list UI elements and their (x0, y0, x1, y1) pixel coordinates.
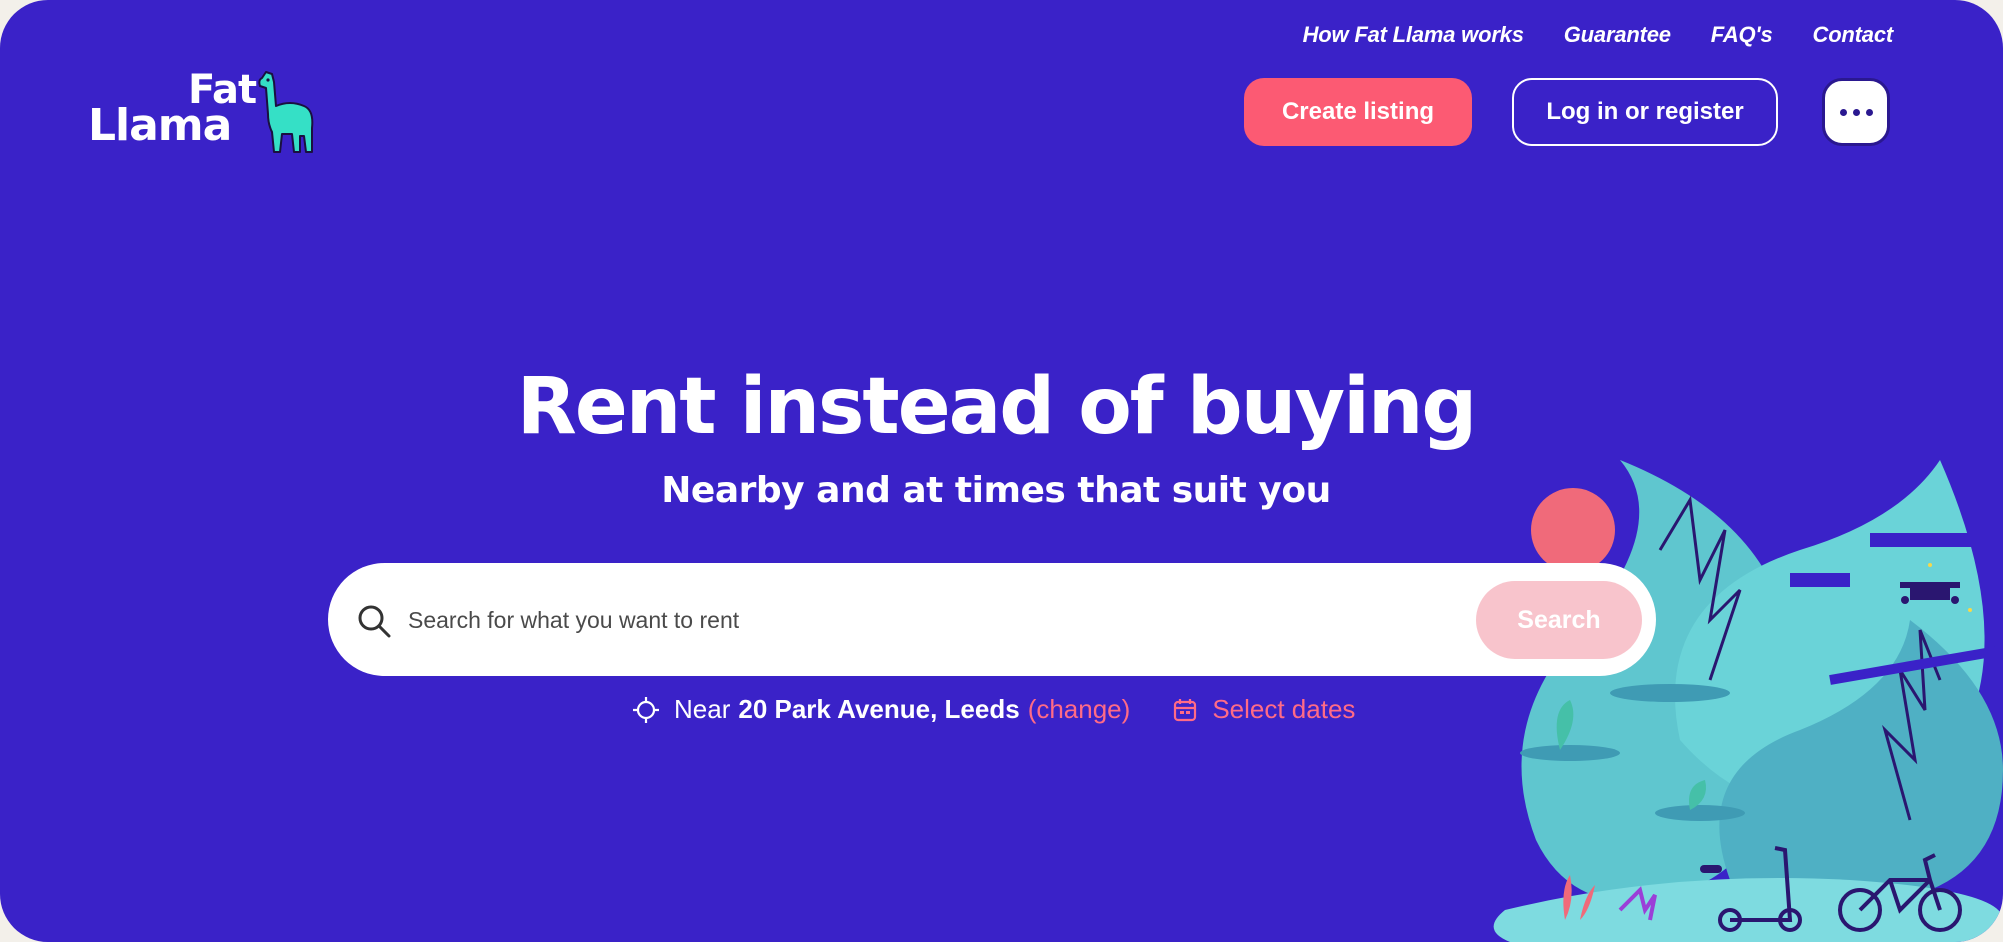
nav-link-contact[interactable]: Contact (1813, 22, 1894, 48)
nav-link-how-it-works[interactable]: How Fat Llama works (1303, 22, 1524, 48)
location-address: 20 Park Avenue, Leeds (738, 694, 1020, 724)
crosshair-icon (633, 696, 659, 723)
top-nav: How Fat Llama works Guarantee FAQ's Cont… (1303, 22, 1894, 48)
login-register-button[interactable]: Log in or register (1512, 78, 1778, 146)
calendar-icon (1174, 698, 1197, 721)
more-dots-icon (1852, 108, 1860, 116)
create-listing-button[interactable]: Create listing (1244, 78, 1472, 146)
location-prefix: Near (674, 694, 731, 724)
decorative-illustration (1493, 460, 2003, 942)
more-dots-icon (1865, 108, 1873, 116)
more-menu-button[interactable] (1822, 78, 1890, 146)
search-icon (358, 605, 391, 638)
change-location-link[interactable]: (change) (1028, 694, 1131, 725)
fat-llama-logo[interactable]: Fat Llama (88, 70, 318, 160)
search-input[interactable] (406, 593, 1410, 647)
app-window: How Fat Llama works Guarantee FAQ's Cont… (0, 0, 2003, 942)
search-options: Near 20 Park Avenue, Leeds (change) Sele… (632, 694, 1355, 725)
nav-link-guarantee[interactable]: Guarantee (1564, 22, 1671, 48)
llama-icon (258, 71, 314, 153)
search-bar: Search (328, 563, 1656, 676)
hero-title: Rent instead of buying (516, 362, 1477, 452)
search-button[interactable]: Search (1476, 581, 1642, 659)
logo-text-llama: Llama (88, 100, 232, 151)
more-dots-icon (1839, 108, 1847, 116)
nav-link-faqs[interactable]: FAQ's (1711, 22, 1773, 48)
select-dates-link[interactable]: Select dates (1212, 694, 1355, 725)
